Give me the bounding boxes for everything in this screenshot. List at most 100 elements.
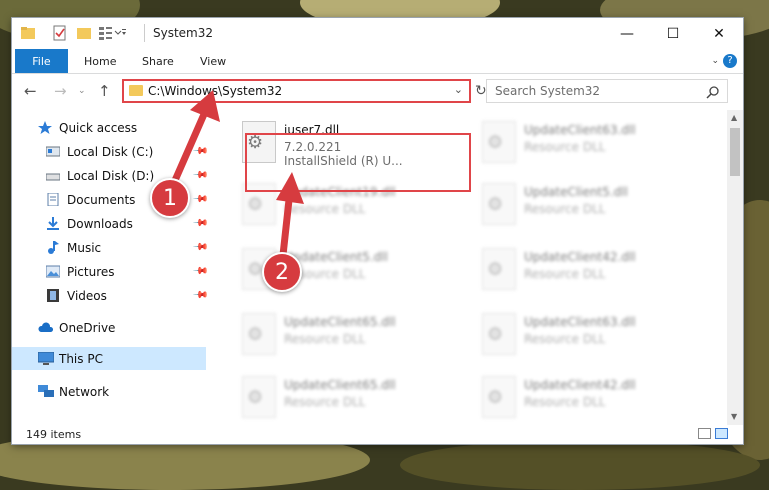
pin-icon: 📌 — [191, 143, 209, 160]
new-folder-icon[interactable] — [76, 25, 92, 41]
gear-icon: ⚙ — [487, 324, 504, 345]
documents-icon — [46, 192, 60, 207]
pin-icon: 📌 — [191, 287, 209, 304]
close-button[interactable]: ✕ — [696, 18, 742, 49]
sidebar-item-this-pc[interactable]: This PC — [12, 347, 206, 370]
file-name: UpdateClient63.dll — [524, 315, 636, 329]
file-type: Resource DLL — [524, 395, 606, 409]
folder-icon — [20, 25, 36, 41]
window-title: System32 — [153, 26, 214, 40]
file-type: Resource DLL — [284, 332, 366, 346]
search-placeholder: Search System32 — [495, 84, 601, 98]
file-item[interactable]: ⚙ UpdateClient5.dll Resource DLL — [474, 175, 709, 231]
sidebar-item-label: Network — [59, 384, 110, 399]
address-path: C:\Windows\System32 — [148, 84, 283, 98]
file-explorer-window: System32 — ☐ ✕ File Home Share View ⌄ ? … — [12, 18, 743, 444]
minimize-button[interactable]: — — [604, 18, 650, 49]
help-icon[interactable]: ? — [723, 54, 737, 68]
address-bar[interactable]: C:\Windows\System32 ⌄ — [122, 79, 471, 103]
scroll-down-icon[interactable]: ▼ — [731, 412, 737, 421]
sidebar-item-network[interactable]: Network — [12, 380, 206, 403]
sidebar-item-label: Pictures — [67, 264, 115, 279]
status-bar: 149 items — [12, 425, 743, 444]
file-item[interactable]: ⚙ UpdateClient63.dll Resource DLL — [474, 113, 709, 169]
gear-icon: ⚙ — [247, 387, 264, 408]
file-item[interactable]: ⚙ UpdateClient65.dll Resource DLL — [234, 305, 469, 361]
gear-icon: ⚙ — [247, 259, 264, 280]
customize-toolbar-icon[interactable] — [98, 25, 126, 41]
details-view-icon[interactable] — [698, 428, 711, 439]
videos-icon — [46, 289, 60, 302]
gear-icon: ⚙ — [487, 259, 504, 280]
pin-icon: 📌 — [191, 191, 209, 208]
file-type: Resource DLL — [284, 202, 366, 216]
sidebar-item-label: Documents — [67, 192, 136, 207]
refresh-icon[interactable]: ↻ — [475, 83, 487, 99]
gear-icon: ⚙ — [247, 194, 264, 215]
search-box[interactable]: Search System32 — [486, 79, 728, 103]
title-divider — [144, 24, 145, 42]
file-type: Resource DLL — [524, 140, 606, 154]
sidebar-item-music[interactable]: Music 📌 — [12, 236, 209, 259]
sidebar-item-quick-access[interactable]: Quick access — [12, 116, 206, 139]
file-item[interactable]: ⚙ UpdateClient65.dll Resource DLL — [234, 368, 469, 424]
tiles-view-icon[interactable] — [715, 428, 728, 439]
tab-share[interactable]: Share — [142, 49, 174, 73]
tab-home[interactable]: Home — [84, 49, 116, 73]
pin-icon: 📌 — [191, 215, 209, 232]
drive-icon — [45, 145, 61, 158]
sidebar-item-label: Local Disk (D:) — [67, 168, 155, 183]
tab-file[interactable]: File — [15, 49, 68, 73]
pin-icon: 📌 — [191, 239, 209, 256]
tab-view[interactable]: View — [200, 49, 226, 73]
back-arrow-icon[interactable]: ← — [24, 82, 37, 100]
downloads-icon — [46, 217, 60, 230]
ribbon-tabs: File Home Share View ⌄ ? — [12, 49, 743, 74]
file-type: Resource DLL — [524, 202, 606, 216]
gear-icon: ⚙ — [247, 324, 264, 345]
annotation-badge-2: 2 — [262, 252, 302, 292]
file-type: Resource DLL — [524, 267, 606, 281]
maximize-button[interactable]: ☐ — [650, 18, 696, 49]
up-arrow-icon[interactable]: ↑ — [98, 82, 111, 100]
recent-locations-icon[interactable]: ⌄ — [78, 86, 86, 96]
sidebar-item-label: Local Disk (C:) — [67, 144, 154, 159]
sidebar-item-local-disk-c[interactable]: Local Disk (C:) 📌 — [12, 140, 209, 163]
gear-icon: ⚙ — [487, 387, 504, 408]
address-dropdown-icon[interactable]: ⌄ — [454, 83, 463, 96]
sidebar-item-pictures[interactable]: Pictures 📌 — [12, 260, 209, 283]
file-item[interactable]: ⚙ UpdateClient42.dll Resource DLL — [474, 240, 709, 296]
forward-arrow-icon[interactable]: → — [54, 82, 67, 100]
expand-ribbon-icon[interactable]: ⌄ — [711, 56, 719, 66]
star-icon — [38, 121, 52, 134]
annotation-badge-1: 1 — [150, 178, 190, 218]
pc-icon — [37, 351, 55, 365]
address-folder-icon — [129, 85, 143, 96]
sidebar-item-videos[interactable]: Videos 📌 — [12, 284, 209, 307]
music-icon — [46, 241, 60, 254]
file-name: UpdateClient63.dll — [524, 123, 636, 137]
navigation-pane: Quick access Local Disk (C:) 📌 Local Dis… — [12, 110, 209, 425]
file-name: UpdateClient65.dll — [284, 315, 396, 329]
cloud-icon — [38, 321, 54, 334]
properties-icon[interactable] — [52, 25, 68, 41]
vertical-scrollbar[interactable]: ▲ ▼ — [727, 110, 743, 425]
sidebar-item-onedrive[interactable]: OneDrive — [12, 316, 206, 339]
file-name: UpdateClient42.dll — [524, 378, 636, 392]
navigation-bar: ← → ⌄ ↑ C:\Windows\System32 ⌄ ↻ Search S… — [12, 74, 743, 107]
scroll-up-icon[interactable]: ▲ — [731, 113, 737, 122]
file-name: UpdateClient65.dll — [284, 378, 396, 392]
pictures-icon — [45, 265, 61, 278]
file-item[interactable]: ⚙ UpdateClient63.dll Resource DLL — [474, 305, 709, 361]
file-item[interactable]: ⚙ UpdateClient42.dll Resource DLL — [474, 368, 709, 424]
network-icon — [38, 385, 54, 398]
file-type: Resource DLL — [524, 332, 606, 346]
gear-icon: ⚙ — [487, 194, 504, 215]
pin-icon: 📌 — [191, 167, 209, 184]
scrollbar-thumb[interactable] — [730, 128, 740, 176]
sidebar-item-label: Videos — [67, 288, 107, 303]
file-type: Resource DLL — [284, 395, 366, 409]
drive-icon — [45, 169, 61, 182]
sidebar-item-label: Music — [67, 240, 102, 255]
file-highlight-box — [245, 133, 471, 192]
